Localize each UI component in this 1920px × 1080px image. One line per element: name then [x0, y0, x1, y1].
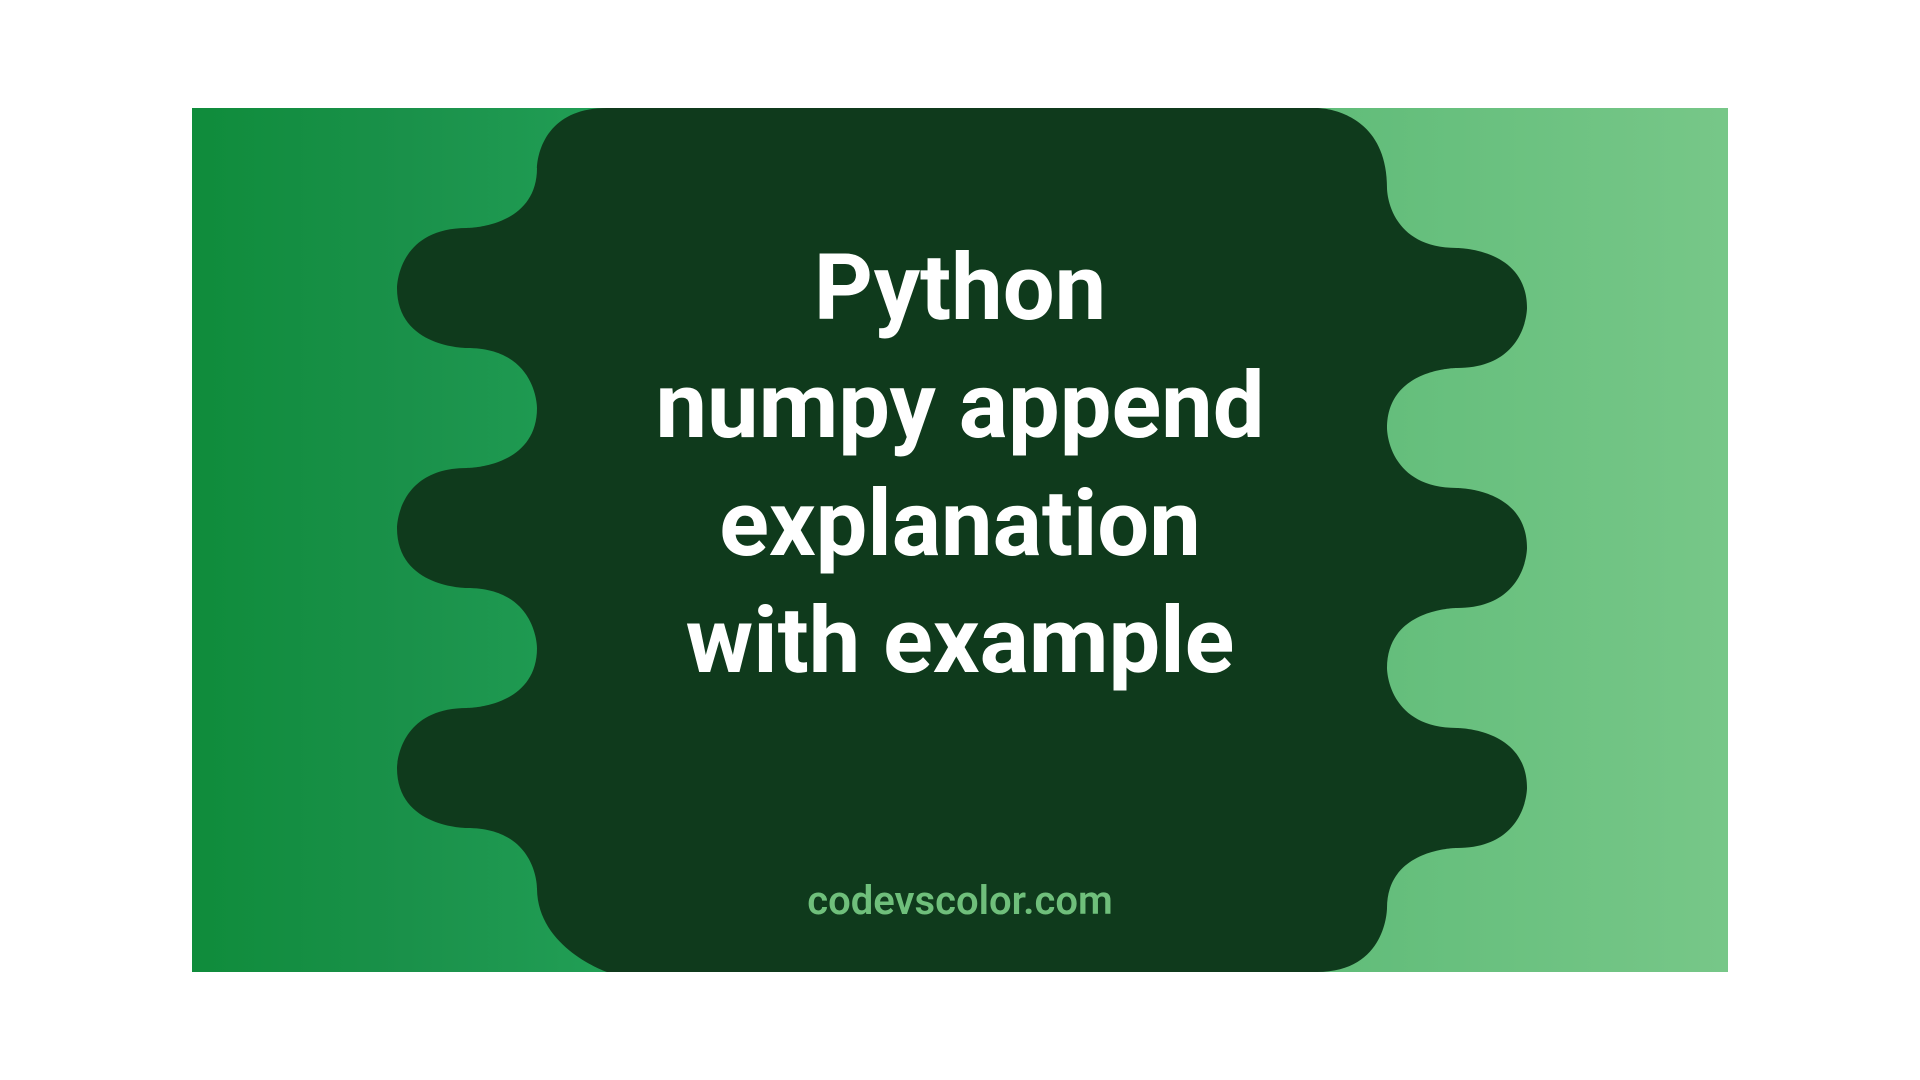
banner-title-line: numpy append	[192, 348, 1728, 466]
banner-title-line: Python	[192, 230, 1728, 348]
page-canvas: Python numpy append explanation with exa…	[0, 0, 1920, 1080]
banner-title-line: with example	[192, 583, 1728, 701]
banner-title: Python numpy append explanation with exa…	[192, 230, 1728, 701]
hero-banner: Python numpy append explanation with exa…	[192, 108, 1728, 972]
banner-title-line: explanation	[192, 466, 1728, 584]
site-name: codevscolor.com	[192, 877, 1728, 924]
